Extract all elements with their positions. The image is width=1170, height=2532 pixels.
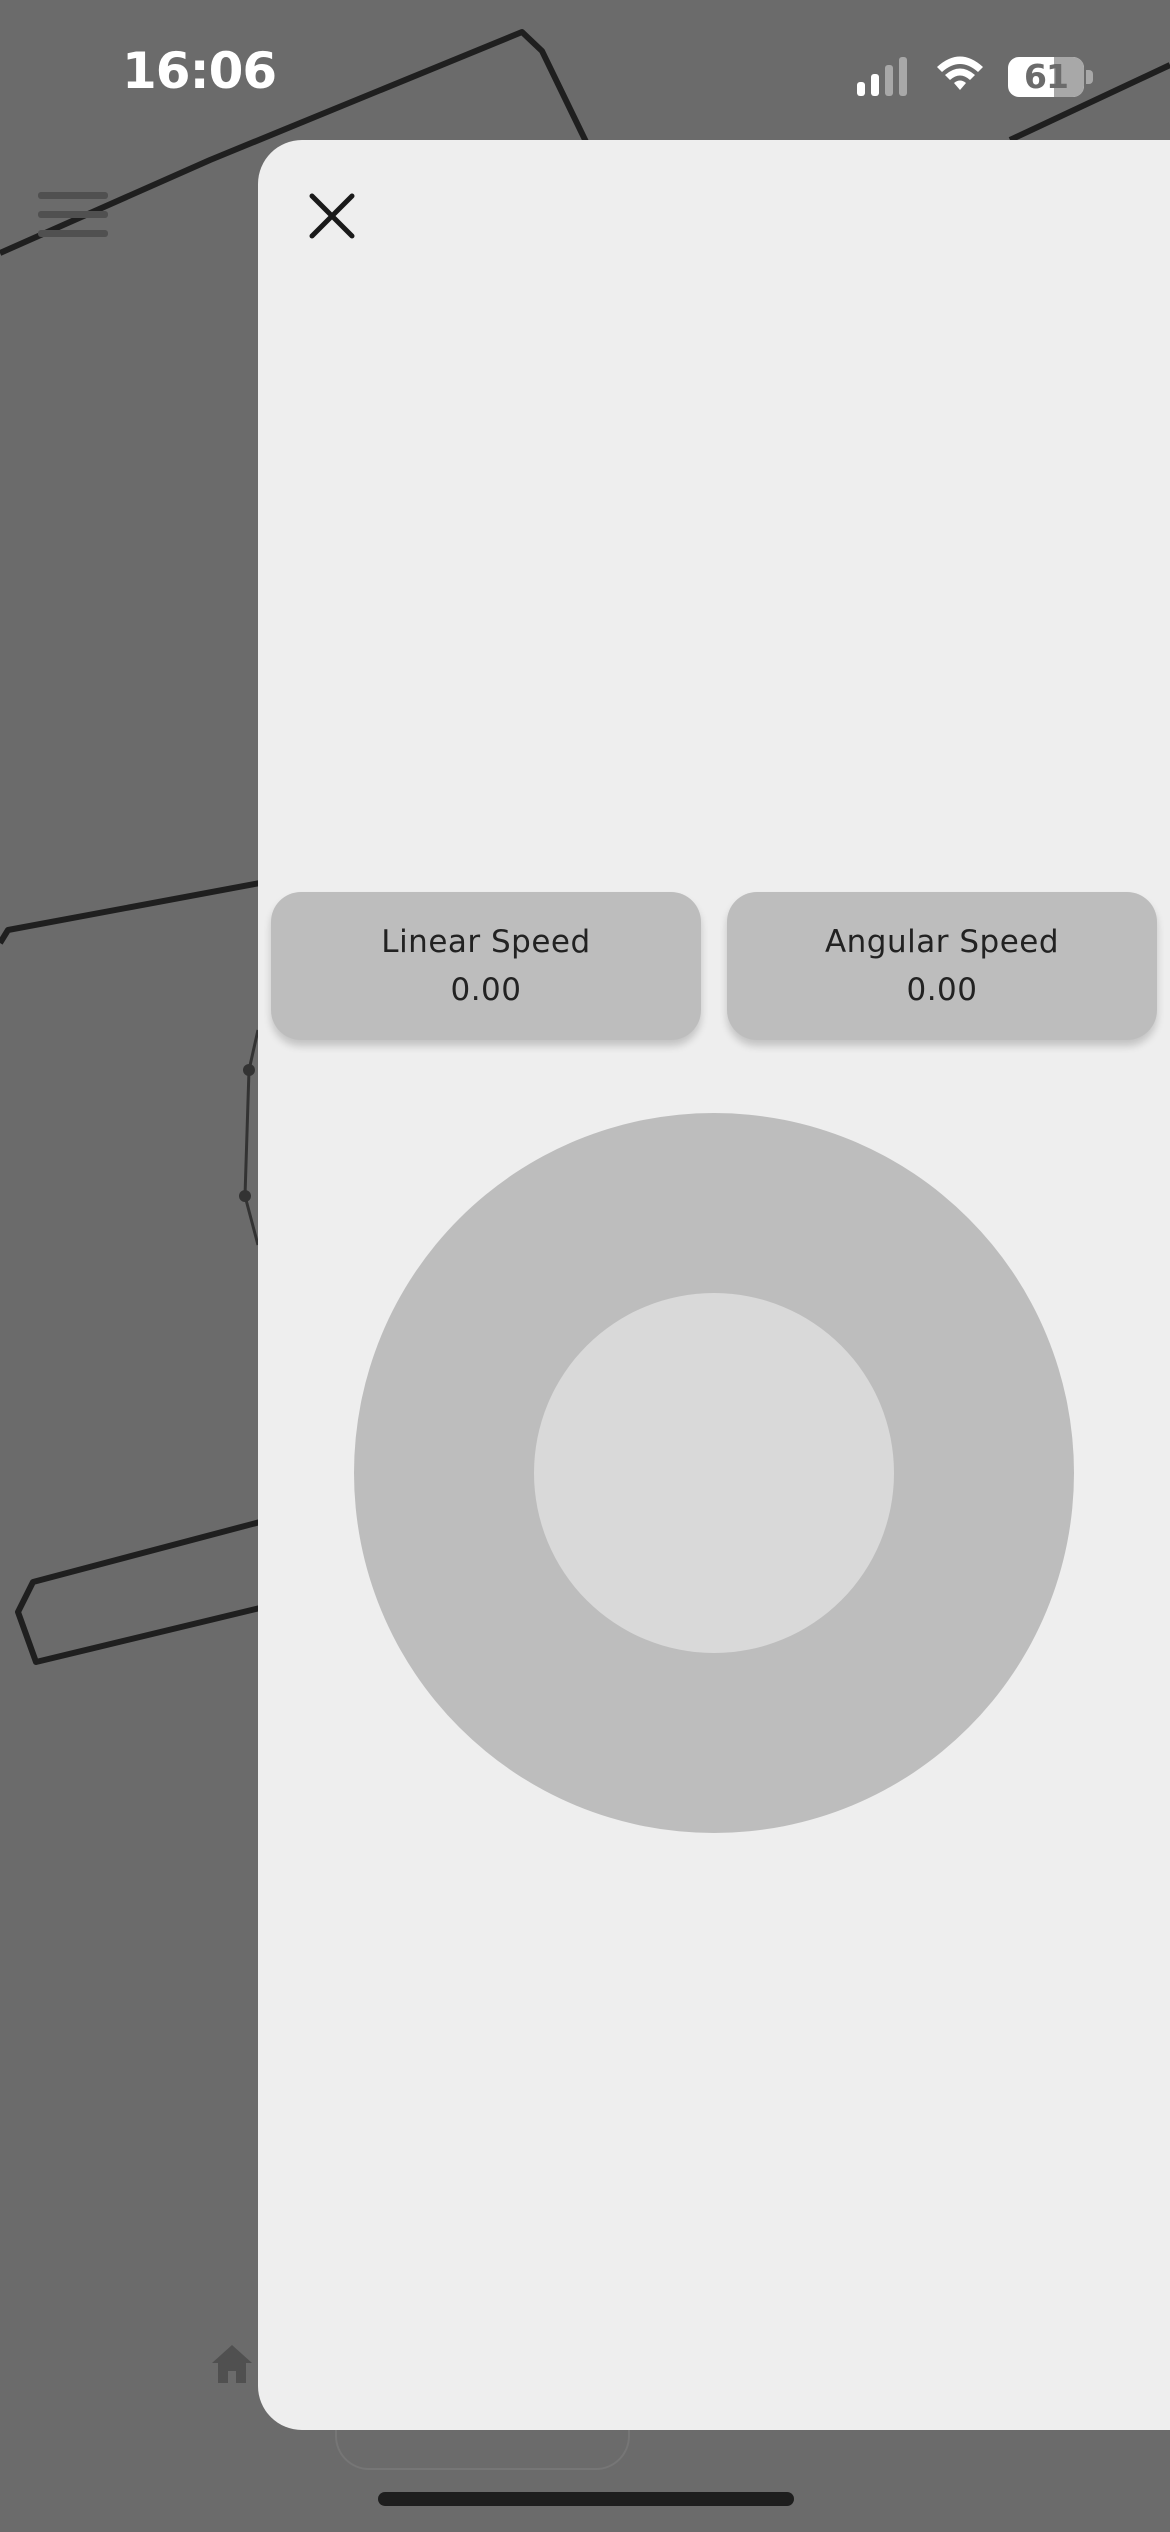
linear-speed-value: 0.00 xyxy=(450,972,522,1008)
hamburger-menu-icon[interactable] xyxy=(38,190,110,240)
map-path-line xyxy=(243,1029,260,1246)
home-icon[interactable] xyxy=(210,2342,254,2386)
battery-icon: 61 xyxy=(1008,57,1084,97)
cellular-signal-icon xyxy=(857,57,907,96)
status-time: 16:06 xyxy=(122,42,277,100)
home-indicator[interactable] xyxy=(378,2492,794,2506)
linear-speed-card: Linear Speed 0.00 xyxy=(271,892,701,1040)
angular-speed-card: Angular Speed 0.00 xyxy=(727,892,1157,1040)
battery-level-text: 61 xyxy=(1024,57,1069,96)
map-waypoint xyxy=(239,1190,251,1202)
close-icon[interactable] xyxy=(300,184,364,248)
joystick-knob[interactable] xyxy=(534,1293,894,1653)
map-waypoint xyxy=(243,1064,255,1076)
battery-nub xyxy=(1086,70,1093,84)
linear-speed-label: Linear Speed xyxy=(381,924,591,960)
angular-speed-label: Angular Speed xyxy=(824,924,1060,960)
map-wall-line xyxy=(0,880,261,945)
map-wall-line xyxy=(15,1519,261,1665)
angular-speed-value: 0.00 xyxy=(906,972,978,1008)
wifi-icon xyxy=(937,56,983,90)
